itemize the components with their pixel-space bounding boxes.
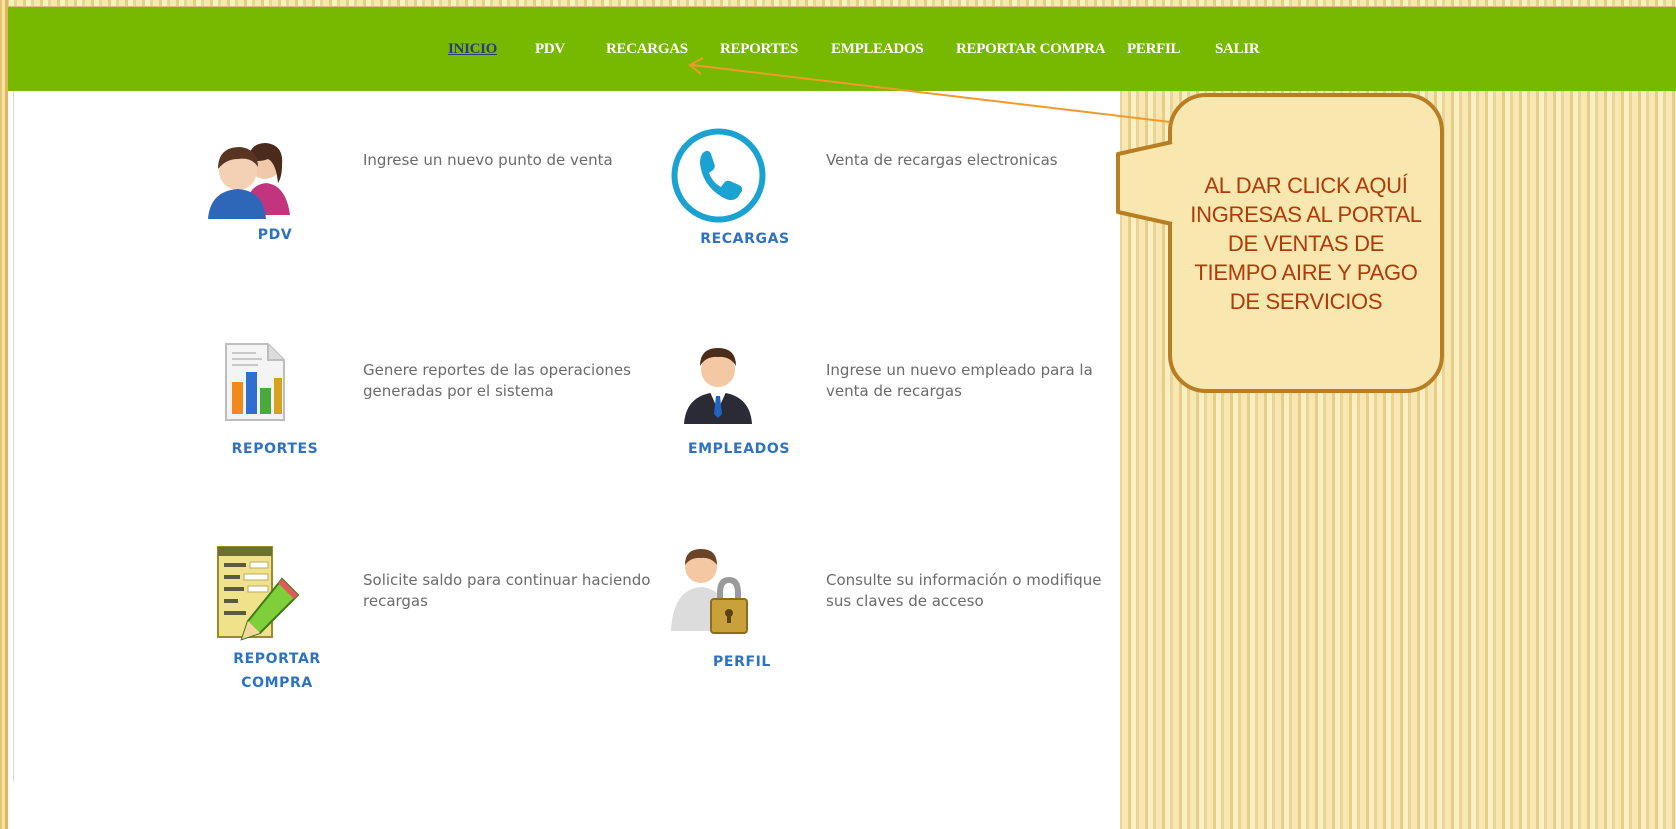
users-icon[interactable] [208, 133, 292, 219]
tile-label-reportes[interactable]: REPORTES [222, 437, 328, 461]
nav-reportar-compra[interactable]: REPORTAR COMPRA [956, 41, 1106, 58]
report-chart-icon[interactable] [222, 342, 288, 422]
tile-desc-recargas: Venta de recargas electronicas [826, 151, 1058, 169]
nav-salir[interactable]: SALIR [1215, 41, 1260, 58]
tile-label-pdv[interactable]: PDV [243, 223, 307, 247]
nav-reportes[interactable]: REPORTES [720, 41, 798, 58]
tile-label-empleados[interactable]: EMPLEADOS [681, 437, 797, 461]
user-lock-icon[interactable] [671, 545, 753, 635]
nav-empleados[interactable]: EMPLEADOS [831, 41, 924, 58]
tile-label-recargas[interactable]: RECARGAS [683, 227, 807, 251]
slide-left-border [0, 0, 8, 829]
nav-inicio[interactable]: INICIO [448, 41, 497, 58]
callout-tail [1116, 140, 1173, 226]
tile-label-perfil[interactable]: PERFIL [704, 650, 780, 674]
phone-icon[interactable] [670, 127, 767, 224]
tile-desc-pdv: Ingrese un nuevo punto de venta [363, 151, 613, 169]
top-navbar: INICIO PDV RECARGAS REPORTES EMPLEADOS R… [8, 6, 1676, 91]
nav-perfil[interactable]: PERFIL [1127, 41, 1181, 58]
employee-icon[interactable] [680, 342, 756, 424]
callout-text: AL DAR CLICK AQUÍ INGRESAS AL PORTAL DE … [1190, 172, 1422, 314]
callout-bubble: AL DAR CLICK AQUÍ INGRESAS AL PORTAL DE … [1168, 93, 1444, 393]
tile-desc-reportar-compra: Solicite saldo para continuar haciendo r… [363, 571, 651, 610]
tile-label-reportar-compra[interactable]: REPORTAR COMPRA [222, 647, 332, 695]
tile-desc-reportes: Genere reportes de las operaciones gener… [363, 361, 631, 400]
nav-pdv[interactable]: PDV [535, 41, 565, 58]
nav-recargas[interactable]: RECARGAS [606, 41, 688, 58]
tile-desc-perfil: Consulte su información o modifique sus … [826, 571, 1102, 610]
content-left-edge [8, 91, 14, 781]
form-pencil-icon[interactable] [212, 545, 304, 643]
tile-desc-empleados: Ingrese un nuevo empleado para la venta … [826, 361, 1093, 400]
content-panel [8, 91, 1120, 829]
